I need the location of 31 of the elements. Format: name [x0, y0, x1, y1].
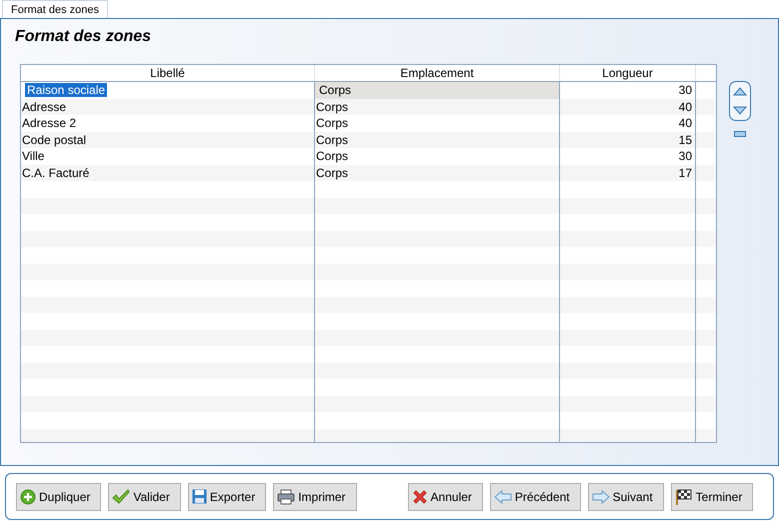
check-icon [112, 488, 130, 504]
table-cell: Adresse 2 [22, 116, 76, 130]
close-icon [412, 488, 428, 504]
toolbar-button[interactable]: Dupliquer [16, 482, 102, 510]
table-cell: Raison sociale [25, 83, 108, 97]
left-arrow-icon [494, 488, 512, 504]
column-header[interactable]: Emplacement [315, 65, 560, 81]
spinner-control[interactable] [729, 81, 751, 121]
toolbar-button[interactable]: Suivant [588, 482, 664, 510]
table-cell: Ville [22, 149, 44, 163]
toolbar-button[interactable]: Précédent [490, 482, 581, 510]
table-cell: Corps [315, 82, 560, 98]
toolbar-button[interactable]: Valider [108, 482, 181, 510]
down-arrow-icon[interactable] [733, 106, 747, 115]
printer-icon [277, 488, 296, 504]
column-header[interactable]: Libellé [21, 65, 315, 81]
table-cell: C.A. Facturé [22, 166, 90, 180]
checkered-flag-icon [674, 488, 693, 504]
table-cell: Adresse [22, 100, 66, 114]
table-cell: Code postal [22, 132, 86, 146]
minus-icon[interactable] [734, 131, 746, 137]
right-arrow-icon [592, 488, 610, 504]
page-title: Format des zones [15, 28, 152, 47]
plus-icon [20, 488, 36, 504]
toolbar-button[interactable]: Terminer [670, 482, 754, 510]
toolbar-button[interactable]: Exporter [188, 482, 266, 510]
up-arrow-icon[interactable] [733, 87, 747, 96]
toolbar-button[interactable]: Imprimer [273, 482, 357, 510]
toolbar-button[interactable]: Annuler [408, 482, 483, 510]
tab[interactable]: Format des zones [2, 0, 108, 18]
column-header[interactable]: Longueur [560, 65, 696, 81]
